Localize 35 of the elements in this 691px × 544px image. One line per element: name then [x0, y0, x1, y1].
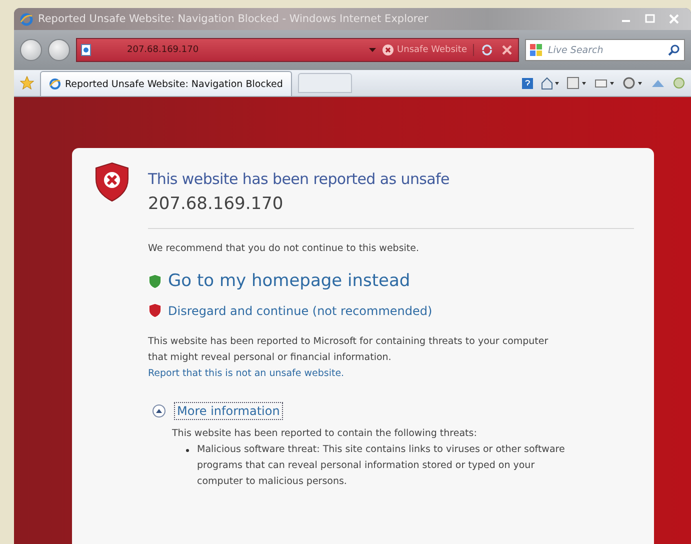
explanation-text: This website has been reported to Microsoft for containing threats to your computer that might reveal personal or financial information.: [148, 335, 550, 365]
site-address: 207.68.169.170: [148, 194, 284, 214]
homepage-link[interactable]: Go to my homepage instead: [148, 271, 410, 291]
address-bar[interactable]: 207.68.169.170 Unsafe Website: [76, 38, 519, 62]
continue-link[interactable]: Disregard and continue (not recommended): [148, 303, 432, 318]
refresh-icon[interactable]: [480, 43, 494, 57]
shield-error-icon: [94, 162, 130, 202]
threat-description: Malicious software threat: This site contains links to viruses or other software programs that can reveal personal information stored or typed on your computer to malicious persons.: [197, 443, 566, 489]
unsafe-shield-icon: [148, 303, 162, 318]
dropdown-caret-icon[interactable]: [369, 48, 376, 52]
report-link[interactable]: Report that this is not an unsafe website.: [148, 366, 344, 382]
recommendation-text: We recommend that you do not continue to this website.: [148, 242, 420, 256]
favorites-star-icon[interactable]: [20, 76, 34, 90]
page-icon: [81, 44, 91, 56]
forward-button[interactable]: [48, 39, 70, 61]
browser-logo-icon: [20, 12, 33, 26]
browser-logo-icon: [49, 78, 61, 90]
warning-heading: This website has been reported as unsafe: [148, 170, 450, 188]
search-provider-icon: [530, 44, 542, 56]
window-title: Reported Unsafe Website: Navigation Blocked - Windows Internet Explorer: [38, 13, 430, 25]
home-icon[interactable]: [541, 76, 559, 90]
back-button[interactable]: [20, 39, 42, 61]
unsafe-status-indicator[interactable]: Unsafe Website: [382, 44, 474, 56]
threats-intro: This website has been reported to contain the following threats:: [172, 427, 478, 441]
search-field[interactable]: Live Search: [525, 39, 685, 61]
collapse-icon[interactable]: [152, 404, 166, 418]
help-icon[interactable]: [522, 78, 533, 88]
search-icon[interactable]: [668, 44, 680, 56]
stop-icon[interactable]: [500, 43, 514, 57]
url-text: 207.68.169.170: [127, 45, 200, 55]
more-information-link[interactable]: More information: [174, 402, 283, 420]
safe-shield-icon: [148, 274, 162, 288]
bullet-icon: [186, 449, 189, 452]
search-input[interactable]: Live Search: [546, 44, 664, 56]
browser-tab[interactable]: Reported Unsafe Website: Navigation Blocked: [40, 71, 292, 96]
